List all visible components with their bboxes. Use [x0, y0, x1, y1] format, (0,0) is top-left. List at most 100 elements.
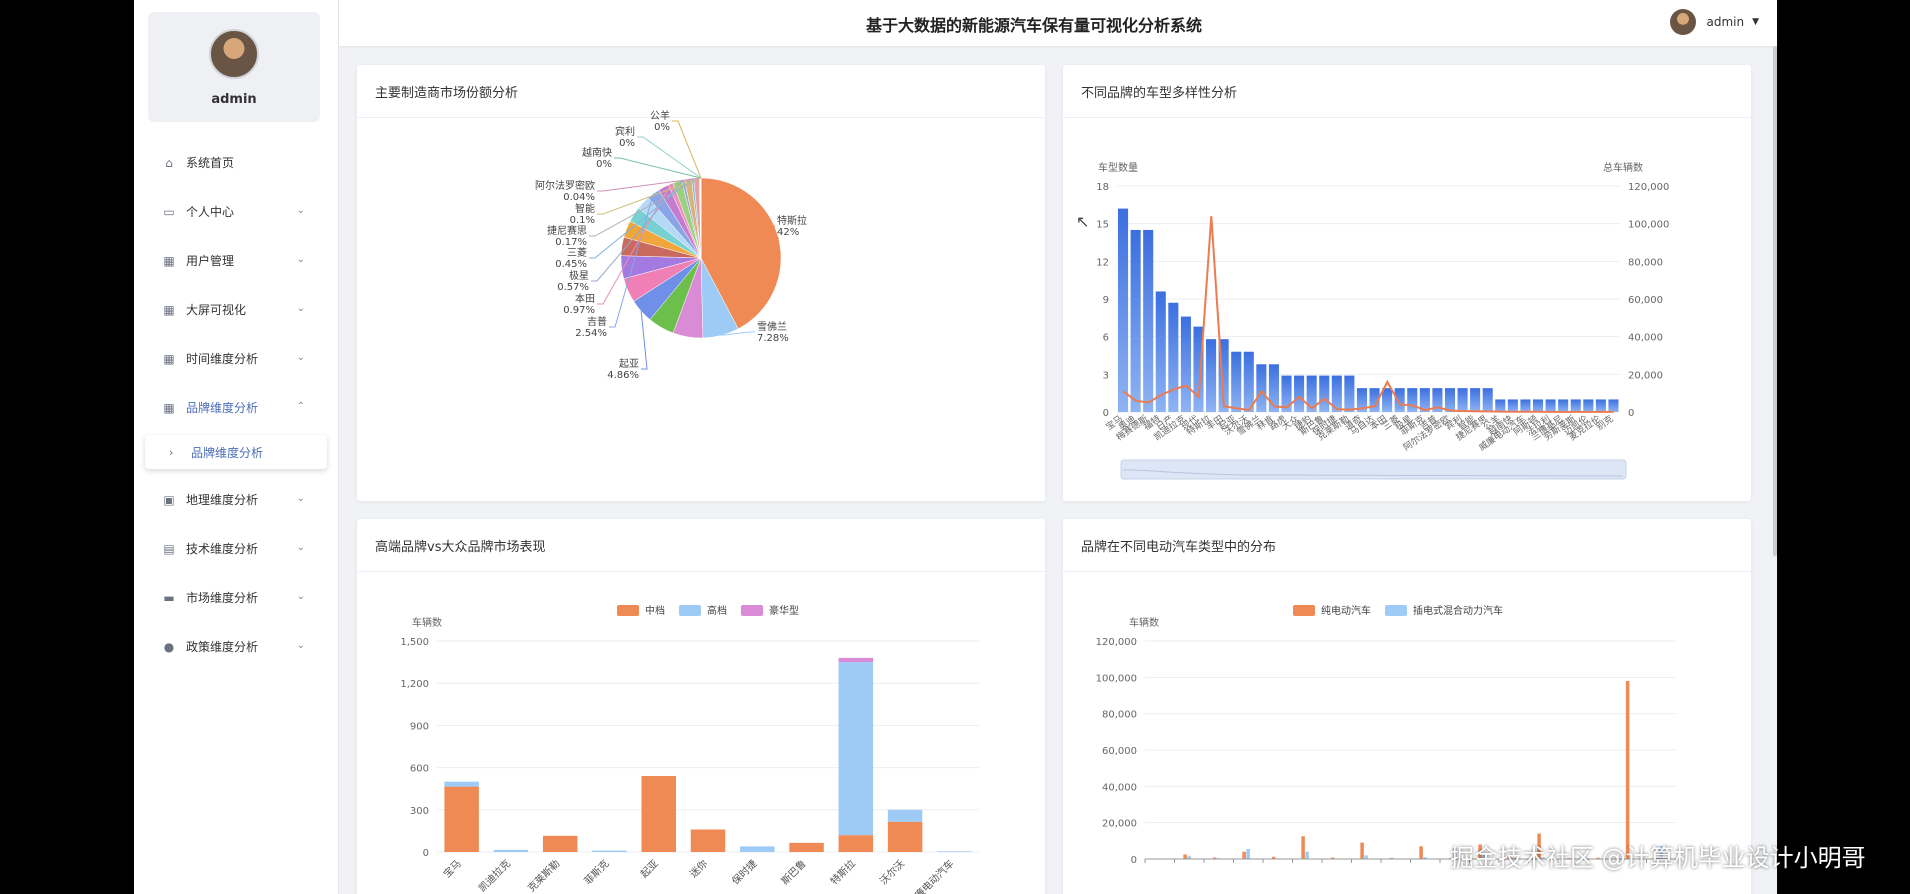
bar: [1256, 364, 1267, 412]
bar-line-chart: 车型数量 总车辆数 18 120,000 15 100,000 12 80,000 9 60,00…: [1096, 161, 1669, 480]
y-tick-label: 12: [1096, 257, 1109, 268]
sidebar-item-tech-analysis[interactable]: ▤ 技术维度分析 ⌄: [134, 524, 339, 573]
bar: [1344, 375, 1355, 412]
bar-segment: [444, 786, 479, 852]
bar: [1570, 399, 1581, 412]
sidebar-item-brand-analysis[interactable]: ▦ 品牌维度分析 ⌃: [134, 383, 339, 432]
sidebar-item-policy-analysis[interactable]: ● 政策维度分析 ⌄: [134, 622, 339, 671]
sidebar-item-big-screen[interactable]: ▦ 大屏可视化 ⌄: [134, 285, 339, 334]
bar-segment: [542, 835, 578, 852]
user-menu[interactable]: admin ▼: [1670, 9, 1759, 35]
legend-swatch: [1385, 605, 1407, 616]
legend-label: 高档: [707, 604, 727, 617]
bar: [1294, 375, 1305, 412]
bar: [1394, 388, 1405, 412]
pie-label-value: 0%: [654, 122, 670, 133]
sidebar-item-label: 技术维度分析: [186, 542, 259, 556]
bar: [1625, 680, 1630, 859]
x-tick-label: 宝马: [440, 857, 463, 880]
y-tick-label: 100,000: [1096, 673, 1137, 684]
sidebar-menu: ⌂ 系统首页 ▭ 个人中心 ⌄ ▦ 用户管理 ⌄ ▦ 大屏可视化 ⌄ ▦ 时间维…: [134, 138, 339, 671]
bar: [1520, 399, 1531, 412]
y-tick-label: 6: [1103, 333, 1109, 344]
chevron-down-icon: ⌄: [296, 303, 305, 314]
bar: [1482, 388, 1493, 412]
pie-label-value: 2.54%: [575, 328, 607, 339]
y-tick-label: 600: [410, 764, 429, 775]
chevron-up-icon: ⌃: [296, 401, 305, 412]
sidebar-item-label: 品牌维度分析: [186, 401, 259, 415]
submenu-item-brand-analysis[interactable]: › 品牌维度分析: [145, 435, 327, 469]
pie-label-value: 0%: [619, 138, 635, 149]
y-tick-label: 20,000: [1102, 819, 1137, 830]
bar: [1243, 351, 1254, 412]
bar: [1507, 399, 1518, 412]
y-tick-label: 0: [423, 848, 429, 859]
y-tick-label: 0: [1103, 408, 1109, 419]
pie-chart: 特斯拉42% 雪佛兰7.28% 起亚4.86% 吉普2.54% 本田0.97% 极星0.5…: [535, 109, 807, 381]
bag-icon: ▣: [163, 492, 175, 507]
pie-label-name: 阿尔法罗密欧: [535, 179, 595, 192]
legend-swatch: [617, 605, 639, 616]
chevron-down-icon: ⌄: [296, 542, 305, 553]
sidebar-item-home[interactable]: ⌂ 系统首页: [134, 138, 339, 187]
monitor-icon: ▬: [163, 590, 175, 605]
bar: [1246, 849, 1250, 859]
left-axis-label: 车型数量: [1098, 161, 1138, 174]
bar-segment: [838, 835, 874, 852]
x-tick-label: 沃尔沃: [877, 857, 907, 887]
sidebar-item-personal-center[interactable]: ▭ 个人中心 ⌄: [134, 187, 339, 236]
pie-label-value: 0.57%: [557, 282, 589, 293]
right-axis-label: 总车辆数: [1603, 161, 1643, 174]
x-tick-label: 特斯拉: [828, 857, 858, 887]
bar: [1608, 399, 1619, 412]
bar: [1470, 388, 1481, 412]
y2-tick-label: 100,000: [1628, 220, 1669, 231]
y-tick-label: 80,000: [1102, 710, 1137, 721]
y-axis-label: 车辆数: [412, 616, 442, 629]
x-tick-label: 迷你: [687, 857, 710, 880]
bar-segment: [838, 657, 874, 663]
y-tick-label: 1,200: [400, 679, 429, 690]
watermark-text: 掘金技术社区 @计算机毕业设计小明哥: [1450, 844, 1866, 872]
pie-label-value: 0.1%: [570, 215, 595, 226]
legend-label: 纯电动汽车: [1321, 604, 1371, 617]
sidebar-item-user-management[interactable]: ▦ 用户管理 ⌄: [134, 236, 339, 285]
submenu-item-label: 品牌维度分析: [191, 445, 264, 460]
sidebar-item-market-analysis[interactable]: ▬ 市场维度分析 ⌄: [134, 573, 339, 622]
pie-label-name: 极星: [569, 269, 589, 282]
pie-label-value: 42%: [777, 227, 799, 238]
chevron-down-icon: ⌄: [296, 493, 305, 504]
avatar: [1670, 9, 1697, 35]
pie-label-value: 0%: [596, 159, 612, 170]
scrollbar[interactable]: [1773, 46, 1777, 556]
bar: [1360, 842, 1364, 859]
pie-label-name: 本田: [575, 292, 595, 305]
pie-label-name: 公羊: [650, 109, 670, 122]
user-icon: ●: [163, 639, 175, 654]
bar-segment: [740, 846, 775, 852]
sidebar-item-label: 个人中心: [186, 205, 235, 219]
bar: [1118, 208, 1129, 412]
x-tick-label: 凯迪拉克: [476, 857, 513, 894]
chevron-down-icon: ⌄: [296, 205, 305, 216]
chart-card-premium-vs-mass: 高端品牌vs大众品牌市场表现 中档 高档 豪华型 车辆数 1,500 1,200 900 60…: [357, 519, 1045, 894]
app-window: admin ⌂ 系统首页 ▭ 个人中心 ⌄ ▦ 用户管理 ⌄ ▦ 大屏可视化 ⌄: [134, 0, 1777, 894]
pie-label-name: 智能: [575, 202, 595, 215]
clipboard-icon: ▤: [163, 541, 175, 556]
y-tick-label: 18: [1096, 182, 1109, 193]
chevron-down-icon: ⌄: [296, 254, 305, 265]
sidebar-item-time-analysis[interactable]: ▦ 时间维度分析 ⌄: [134, 334, 339, 383]
y-tick-label: 120,000: [1096, 637, 1137, 648]
bar: [1364, 855, 1368, 859]
bar-segment: [789, 842, 824, 852]
sidebar-item-label: 时间维度分析: [186, 352, 259, 366]
sidebar-item-geo-analysis[interactable]: ▣ 地理维度分析 ⌄: [134, 475, 339, 524]
user-name: admin: [1706, 15, 1745, 29]
sidebar-item-label: 用户管理: [186, 254, 235, 268]
y-tick-label: 15: [1096, 220, 1109, 231]
bar: [1180, 316, 1191, 412]
avatar[interactable]: [209, 29, 259, 79]
bar-segment: [690, 829, 726, 852]
x-tick-label: 斯巴鲁: [778, 857, 808, 887]
